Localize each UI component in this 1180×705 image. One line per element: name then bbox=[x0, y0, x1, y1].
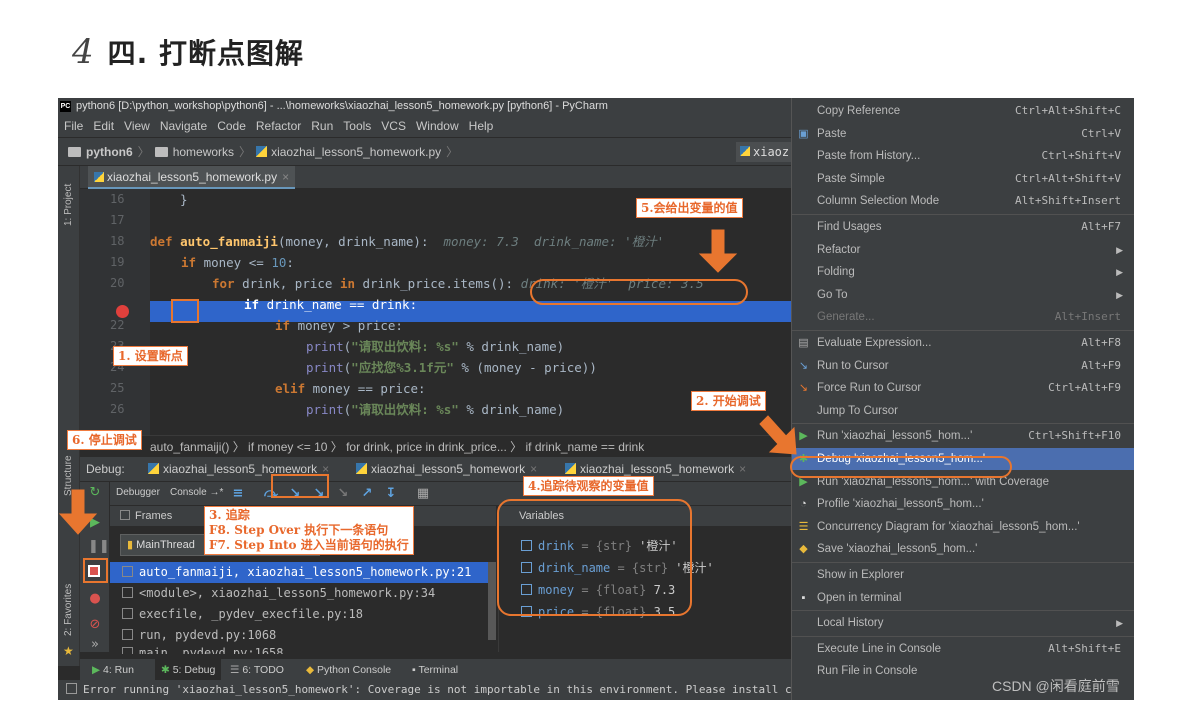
arrow-down-icon bbox=[698, 229, 738, 273]
annotation-arrows bbox=[58, 229, 797, 535]
arrow-down-right-icon bbox=[759, 415, 797, 455]
arrow-down-icon bbox=[58, 489, 98, 535]
article-page: 4 四. 打断点图解 PC python6 [D:\python_worksho… bbox=[0, 0, 1180, 705]
watermark: CSDN @闲看庭前雪 bbox=[992, 678, 1120, 694]
